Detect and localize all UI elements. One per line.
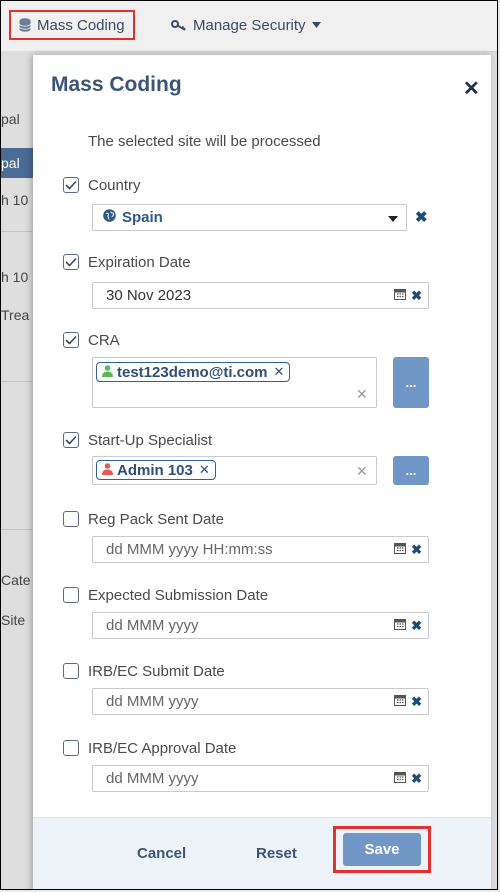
background-row-fragment: h 10 — [1, 192, 29, 208]
expiration-date-value: 30 Nov 2023 — [106, 287, 192, 304]
expiration-date-input[interactable]: 30 Nov 2023 ✖ — [92, 282, 429, 309]
irb-submit-date-placeholder: dd MMM yyyy — [106, 693, 199, 710]
globe-icon — [103, 209, 116, 226]
country-value: Spain — [122, 209, 163, 226]
user-icon — [102, 462, 113, 479]
reset-button[interactable]: Reset — [256, 845, 297, 862]
app-window: Mass Coding Manage Security pal pal h 10… — [0, 0, 498, 890]
calendar-icon[interactable] — [394, 541, 407, 559]
irb-approval-date-input[interactable]: dd MMM yyyy ✖ — [92, 765, 429, 792]
remove-tag-icon[interactable]: ✕ — [199, 462, 210, 478]
expected-submission-date-placeholder: dd MMM yyyy — [106, 617, 199, 634]
calendar-icon[interactable] — [394, 287, 407, 305]
irb-submit-date-input[interactable]: dd MMM yyyy ✖ — [92, 688, 429, 715]
reg-pack-sent-date-input[interactable]: dd MMM yyyy HH:mm:ss ✖ — [92, 536, 429, 563]
divider — [1, 529, 35, 530]
startup-specialist-tag-label: Admin 103 — [117, 461, 193, 479]
country-select[interactable]: Spain — [92, 204, 407, 231]
key-icon — [171, 19, 187, 31]
irb-approval-date-checkbox[interactable] — [63, 740, 79, 756]
background-row-selected: pal — [1, 148, 35, 178]
mass-coding-toolbar-button[interactable]: Mass Coding — [9, 10, 135, 40]
irb-submit-date-field: IRB/EC Submit Date — [63, 661, 225, 681]
clear-startup-specialist-icon[interactable]: ✕ — [356, 463, 368, 480]
close-icon[interactable]: ✕ — [463, 79, 480, 99]
irb-submit-date-label: IRB/EC Submit Date — [88, 662, 225, 680]
irb-approval-date-field: IRB/EC Approval Date — [63, 738, 236, 758]
irb-submit-date-checkbox[interactable] — [63, 663, 79, 679]
expected-submission-date-label: Expected Submission Date — [88, 586, 269, 604]
expected-submission-date-checkbox[interactable] — [63, 587, 79, 603]
manage-security-label: Manage Security — [193, 16, 306, 34]
dialog-title: Mass Coding — [51, 73, 182, 96]
manage-security-dropdown[interactable]: Manage Security — [171, 10, 321, 40]
country-label: Country — [88, 176, 141, 194]
clear-date-icon[interactable]: ✖ — [411, 542, 422, 558]
remove-tag-icon[interactable]: ✕ — [274, 364, 285, 380]
startup-specialist-checkbox[interactable] — [63, 432, 79, 448]
startup-specialist-tag-input[interactable]: Admin 103 ✕ ✕ — [92, 456, 377, 485]
clear-cra-icon[interactable]: ✕ — [356, 386, 368, 403]
reg-pack-sent-date-checkbox[interactable] — [63, 511, 79, 527]
clear-date-icon[interactable]: ✖ — [411, 288, 422, 304]
background-row-fragment: Site — [1, 612, 26, 628]
caret-down-icon — [388, 209, 406, 227]
reg-pack-sent-date-field: Reg Pack Sent Date — [63, 509, 224, 529]
calendar-icon[interactable] — [394, 770, 407, 788]
expiration-date-field: Expiration Date — [63, 252, 191, 272]
cra-lookup-button[interactable]: ... — [393, 357, 429, 408]
mass-coding-dialog: Mass Coding ✕ The selected site will be … — [33, 55, 491, 889]
save-button[interactable]: Save — [343, 833, 421, 866]
save-highlight: Save — [333, 826, 431, 873]
country-checkbox[interactable] — [63, 177, 79, 193]
startup-specialist-tag: Admin 103 ✕ — [96, 460, 216, 480]
clear-date-icon[interactable]: ✖ — [411, 618, 422, 634]
cra-tag-input[interactable]: test123demo@ti.com ✕ ✕ — [92, 357, 377, 408]
irb-approval-date-placeholder: dd MMM yyyy — [106, 770, 199, 787]
reg-pack-sent-date-label: Reg Pack Sent Date — [88, 510, 224, 528]
background-row-fragment: Trea — [1, 307, 30, 323]
cra-tag-label: test123demo@ti.com — [117, 363, 268, 381]
dialog-footer: Cancel Reset Save — [33, 817, 491, 889]
cra-label: CRA — [88, 331, 120, 349]
country-field: Country — [63, 175, 141, 195]
mass-coding-toolbar-label: Mass Coding — [37, 16, 125, 34]
expiration-date-label: Expiration Date — [88, 253, 191, 271]
database-icon — [19, 18, 31, 32]
cra-field: CRA — [63, 330, 120, 350]
cancel-button[interactable]: Cancel — [137, 845, 186, 862]
startup-specialist-field: Start-Up Specialist — [63, 430, 212, 450]
startup-specialist-lookup-button[interactable]: ... — [393, 456, 429, 485]
expected-submission-date-input[interactable]: dd MMM yyyy ✖ — [92, 612, 429, 639]
background-row-fragment: h 10 — [1, 269, 29, 285]
divider — [1, 381, 35, 382]
background-row-fragment: Cate — [1, 572, 31, 588]
calendar-icon[interactable] — [394, 693, 407, 711]
clear-country-icon[interactable]: ✖ — [415, 210, 428, 225]
user-icon — [102, 364, 113, 381]
dialog-subtitle: The selected site will be processed — [88, 133, 321, 150]
cra-tag: test123demo@ti.com ✕ — [96, 362, 291, 382]
clear-date-icon[interactable]: ✖ — [411, 694, 422, 710]
expiration-date-checkbox[interactable] — [63, 254, 79, 270]
background-list-panel: pal pal h 10 h 10 Trea Cate Site — [1, 51, 35, 889]
background-row-fragment: pal — [1, 111, 20, 127]
clear-date-icon[interactable]: ✖ — [411, 771, 422, 787]
caret-down-icon — [311, 22, 321, 28]
calendar-icon[interactable] — [394, 617, 407, 635]
top-toolbar: Mass Coding Manage Security — [1, 1, 497, 52]
cra-checkbox[interactable] — [63, 332, 79, 348]
divider — [1, 231, 35, 232]
startup-specialist-label: Start-Up Specialist — [88, 431, 213, 449]
expected-submission-date-field: Expected Submission Date — [63, 585, 268, 605]
irb-approval-date-label: IRB/EC Approval Date — [88, 739, 237, 757]
reg-pack-sent-date-placeholder: dd MMM yyyy HH:mm:ss — [106, 541, 273, 558]
